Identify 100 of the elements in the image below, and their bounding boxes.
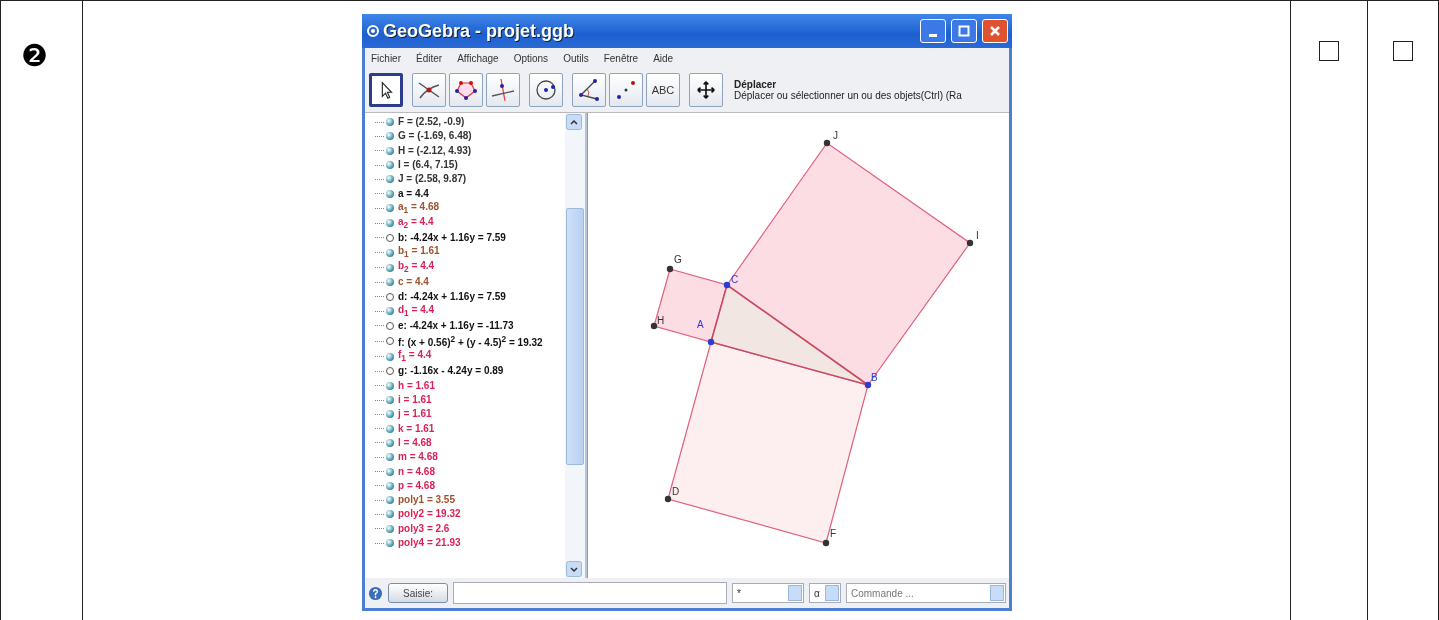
algebra-entry[interactable]: d: -4.24x + 1.16y = 7.59 [398,290,506,303]
visibility-toggle[interactable] [386,381,394,390]
visibility-toggle[interactable] [386,367,394,376]
algebra-entry[interactable]: k = 1.61 [398,422,435,435]
close-button[interactable] [982,19,1008,43]
points-icon [614,78,638,102]
visibility-toggle[interactable] [386,424,394,433]
algebra-entry[interactable]: d$_{1}$ = 4.4 [398,303,435,319]
menu-item[interactable]: Aide [653,52,674,64]
algebra-entry[interactable]: b$_{2}$ = 4.4 [398,260,435,276]
point-dot[interactable] [822,539,830,547]
point-dot[interactable] [707,338,715,346]
visibility-toggle[interactable] [386,248,394,257]
visibility-toggle[interactable] [386,410,394,419]
tool-button[interactable] [529,73,563,107]
minimize-button[interactable] [920,19,946,43]
algebra-entry[interactable]: poly4 = 21.93 [398,537,461,549]
visibility-toggle[interactable] [386,146,394,155]
algebra-entry[interactable]: a$_{2}$ = 4.4 [398,215,434,231]
algebra-entry[interactable]: f: (x + 0.56)$^{2}$ + (y - 4.5)$^{2}$ = 19.32 [398,332,543,350]
algebra-entry[interactable]: b: -4.24x + 1.16y = 7.59 [398,231,506,244]
algebra-entry[interactable]: i = 1.61 [398,394,432,407]
algebra-entry[interactable]: a = 4.4 [398,187,429,200]
menu-item[interactable]: Outils [563,52,589,64]
point-dot[interactable] [864,381,872,389]
input-button[interactable]: Saisie: [388,583,448,603]
algebra-entry[interactable]: poly3 = 2.6 [398,522,450,535]
algebra-entry[interactable]: j = 1.61 [398,408,432,421]
visibility-toggle[interactable] [386,175,394,184]
scroll-down-button[interactable] [566,561,582,577]
visibility-toggle[interactable] [386,189,394,198]
menu-item[interactable]: Options [513,52,549,64]
command-dropdown[interactable]: Commande ... [846,583,1006,603]
algebra-entry[interactable]: H = (-2.12, 4.93) [398,144,472,157]
algebra-entry[interactable]: p = 4.68 [398,479,435,492]
input-field[interactable] [453,582,727,604]
algebra-entry[interactable]: poly1 = 3.55 [398,494,455,507]
visibility-toggle[interactable] [386,219,394,228]
menu-item[interactable]: Affichage [457,52,499,64]
visibility-toggle[interactable] [386,132,394,141]
visibility-toggle[interactable] [386,453,394,462]
visibility-toggle[interactable] [386,292,394,301]
symbol-dropdown[interactable]: * [732,583,804,603]
visibility-toggle[interactable] [386,510,394,519]
tool-button[interactable]: ABC [646,73,680,107]
tool-button[interactable] [689,73,723,107]
visibility-toggle[interactable] [386,438,394,447]
visibility-toggle[interactable] [386,481,394,490]
point-dot[interactable] [664,495,672,503]
visibility-toggle[interactable] [386,233,394,242]
tool-button[interactable] [572,73,606,107]
algebra-entry[interactable]: I = (6.4, 7.15) [398,159,458,172]
tool-button[interactable] [486,73,520,107]
visibility-toggle[interactable] [386,278,394,287]
algebra-entry[interactable]: n = 4.68 [398,465,435,478]
algebra-entry[interactable]: f$_{1}$ = 4.4 [398,349,432,365]
algebra-entry[interactable]: g: -1.16x - 4.24y = 0.89 [398,365,504,378]
point-dot[interactable] [723,281,731,289]
algebra-entry[interactable]: e: -4.24x + 1.16y = -11.73 [398,319,514,332]
visibility-toggle[interactable] [386,204,394,213]
menu-item[interactable]: Éditer [416,52,443,64]
algebra-entry[interactable]: J = (2.58, 9.87) [398,173,467,186]
visibility-toggle[interactable] [386,352,394,361]
tool-button[interactable] [449,73,483,107]
menu-item[interactable]: Fichier [371,52,401,64]
algebra-entry[interactable]: G = (-1.69, 6.48) [398,130,472,143]
visibility-toggle[interactable] [386,307,394,316]
visibility-toggle[interactable] [386,337,394,346]
help-icon[interactable] [368,585,383,601]
greek-dropdown[interactable]: α [809,583,841,603]
visibility-toggle[interactable] [386,396,394,405]
algebra-entry[interactable]: c = 4.4 [398,276,429,289]
scrollbar[interactable] [565,113,585,578]
tool-button[interactable] [369,73,403,107]
visibility-toggle[interactable] [386,161,394,170]
algebra-entry[interactable]: m = 4.68 [398,451,438,464]
point-dot[interactable] [650,322,658,330]
algebra-entry[interactable]: b$_{1}$ = 1.61 [398,245,440,261]
visibility-toggle[interactable] [386,321,394,330]
scroll-thumb[interactable] [566,208,584,465]
point-dot[interactable] [966,239,974,247]
point-dot[interactable] [823,139,831,147]
algebra-entry[interactable]: poly2 = 19.32 [398,508,461,521]
visibility-toggle[interactable] [386,539,394,547]
point-dot[interactable] [666,265,674,273]
maximize-button[interactable] [951,19,977,43]
algebra-entry[interactable]: F = (2.52, -0.9) [398,116,465,129]
menu-item[interactable]: Fenêtre [603,52,639,64]
visibility-toggle[interactable] [386,467,394,476]
visibility-toggle[interactable] [386,263,394,272]
tool-button[interactable] [412,73,446,107]
visibility-toggle[interactable] [386,118,394,127]
checkbox[interactable] [1393,41,1413,61]
algebra-entry[interactable]: h = 1.61 [398,379,435,392]
visibility-toggle[interactable] [386,524,394,533]
algebra-entry[interactable]: l = 4.68 [398,436,432,449]
visibility-toggle[interactable] [386,496,394,505]
scroll-up-button[interactable] [566,114,582,130]
algebra-entry[interactable]: a$_{1}$ = 4.68 [398,200,440,216]
checkbox[interactable] [1319,41,1339,61]
